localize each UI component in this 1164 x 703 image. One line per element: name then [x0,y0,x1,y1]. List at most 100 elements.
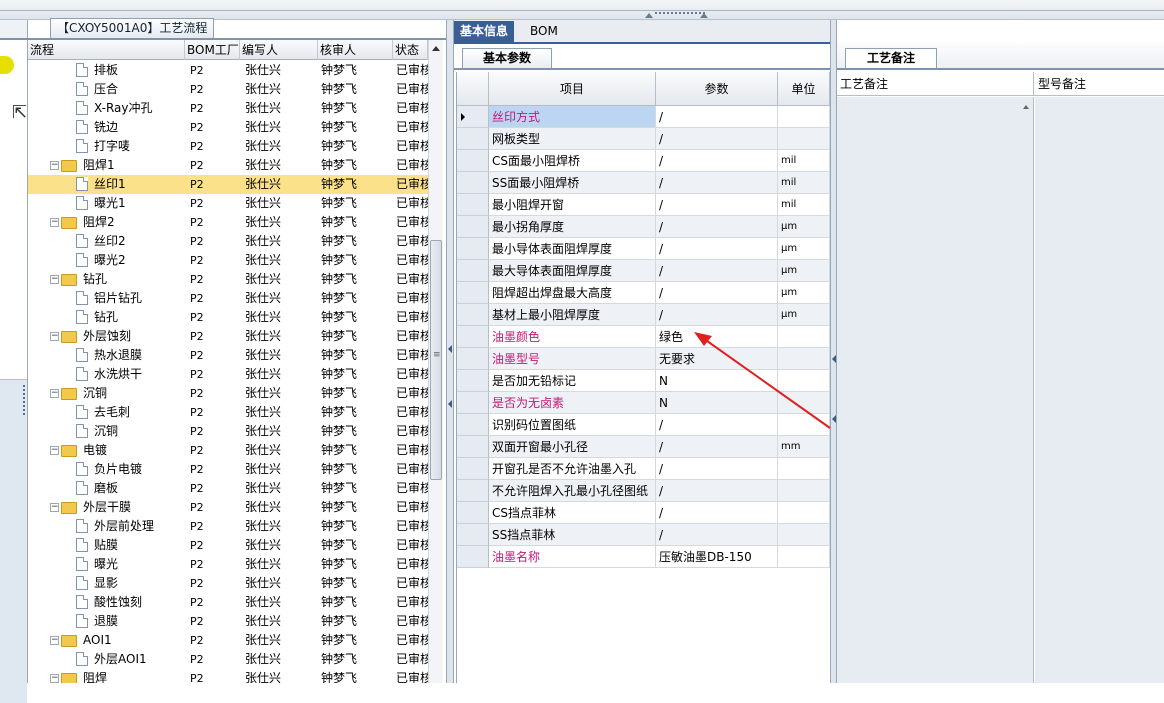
tree-vertical-scrollbar[interactable]: ≡ [428,40,443,683]
expand-toggle-icon[interactable]: − [50,275,59,284]
param-row[interactable]: 油墨名称 压敏油墨DB-150 [457,546,830,568]
param-row[interactable]: SS面最小阻焊桥 / mil [457,172,830,194]
tree-node[interactable]: − 钻孔 [50,270,107,289]
model-note-textarea[interactable] [1035,97,1164,683]
tree-row[interactable]: 磨板 P2 张仕兴 钟梦飞 已审核 [28,479,428,498]
param-value-cell[interactable]: / [656,304,778,326]
row-header[interactable] [457,546,489,568]
tree-node[interactable]: 压合 [76,80,118,99]
left-middle-splitter[interactable] [446,20,454,683]
col-header-unit[interactable]: 单位 [778,72,830,106]
col-header-process-note[interactable]: 工艺备注 [837,72,1034,96]
tree-row[interactable]: 外层前处理 P2 张仕兴 钟梦飞 已审核 [28,517,428,536]
expand-toggle-icon[interactable]: − [50,218,59,227]
row-header[interactable] [457,106,489,128]
tree-row[interactable]: 热水退膜 P2 张仕兴 钟梦飞 已审核 [28,346,428,365]
param-value-cell[interactable]: / [656,458,778,480]
tree-node[interactable]: 水洗烘干 [76,365,142,384]
tree-row[interactable]: 曝光 P2 张仕兴 钟梦飞 已审核 [28,555,428,574]
tree-node[interactable]: 去毛刺 [76,403,130,422]
tree-row[interactable]: 丝印1 P2 张仕兴 钟梦飞 已审核 [28,175,428,194]
row-header[interactable] [457,172,489,194]
tree-node[interactable]: − 外层干膜 [50,498,131,517]
expand-toggle-icon[interactable]: − [50,674,59,683]
row-header[interactable] [457,260,489,282]
param-row[interactable]: 阻焊超出焊盘最大高度 / μm [457,282,830,304]
tree-row[interactable]: 水洗烘干 P2 张仕兴 钟梦飞 已审核 [28,365,428,384]
param-row[interactable]: 最大导体表面阻焊厚度 / μm [457,260,830,282]
row-header[interactable] [457,502,489,524]
row-header[interactable] [457,238,489,260]
param-row[interactable]: 最小阻焊开窗 / mil [457,194,830,216]
tree-row[interactable]: 负片电镀 P2 张仕兴 钟梦飞 已审核 [28,460,428,479]
param-row[interactable]: 基材上最小阻焊厚度 / μm [457,304,830,326]
tree-row[interactable]: − 阻焊1 P2 张仕兴 钟梦飞 已审核 [28,156,428,175]
tree-row[interactable]: − 外层干膜 P2 张仕兴 钟梦飞 已审核 [28,498,428,517]
tree-node[interactable]: 排板 [76,61,118,80]
tree-node[interactable]: 外层AOI1 [76,650,147,669]
tree-row[interactable]: − 阻焊 P2 张仕兴 钟梦飞 已审核 [28,669,428,683]
tree-node[interactable]: − AOI1 [50,631,112,650]
tree-row[interactable]: − 电镀 P2 张仕兴 钟梦飞 已审核 [28,441,428,460]
tree-row[interactable]: 贴膜 P2 张仕兴 钟梦飞 已审核 [28,536,428,555]
tree-node[interactable]: X-Ray冲孔 [76,99,152,118]
process-note-textarea[interactable] [837,97,1034,683]
tree-row[interactable]: 曝光1 P2 张仕兴 钟梦飞 已审核 [28,194,428,213]
row-header[interactable] [457,282,489,304]
tree-row[interactable]: 曝光2 P2 张仕兴 钟梦飞 已审核 [28,251,428,270]
row-header[interactable] [457,150,489,172]
col-header-process[interactable]: 流程 [28,40,185,60]
expand-toggle-icon[interactable]: − [50,332,59,341]
param-value-cell[interactable]: / [656,480,778,502]
param-value-cell[interactable]: / [656,194,778,216]
tab-basic-info[interactable]: 基本信息 [454,21,515,42]
row-header[interactable] [457,304,489,326]
tree-panel-title-tab[interactable]: 【CXOY5001A0】工艺流程 [50,18,215,38]
tree-row[interactable]: 丝印2 P2 张仕兴 钟梦飞 已审核 [28,232,428,251]
tree-row[interactable]: X-Ray冲孔 P2 张仕兴 钟梦飞 已审核 [28,99,428,118]
param-value-cell[interactable]: / [656,172,778,194]
param-row[interactable]: 不允许阻焊入孔最小孔径图纸 / [457,480,830,502]
param-row[interactable]: 最小拐角厚度 / μm [457,216,830,238]
param-row[interactable]: 网板类型 / [457,128,830,150]
col-header-item[interactable]: 项目 [489,72,656,106]
subtab-basic-params[interactable]: 基本参数 [462,48,552,68]
tree-node[interactable]: 钻孔 [76,308,118,327]
left-splitter-grip[interactable] [23,385,26,415]
tree-node[interactable]: 磨板 [76,479,118,498]
col-header-model-note[interactable]: 型号备注 [1035,72,1164,96]
row-header[interactable] [457,480,489,502]
tree-node[interactable]: 打字唛 [76,137,130,156]
row-header[interactable] [457,216,489,238]
tree-row[interactable]: − AOI1 P2 张仕兴 钟梦飞 已审核 [28,631,428,650]
tree-row[interactable]: 沉铜 P2 张仕兴 钟梦飞 已审核 [28,422,428,441]
tree-row[interactable]: 钻孔 P2 张仕兴 钟梦飞 已审核 [28,308,428,327]
row-header[interactable] [457,348,489,370]
tree-row[interactable]: 酸性蚀刻 P2 张仕兴 钟梦飞 已审核 [28,593,428,612]
tree-row[interactable]: − 沉铜 P2 张仕兴 钟梦飞 已审核 [28,384,428,403]
scroll-up-icon[interactable] [432,46,440,51]
tree-node[interactable]: 丝印2 [76,232,126,251]
param-value-cell[interactable]: / [656,260,778,282]
expand-toggle-icon[interactable]: − [50,503,59,512]
param-row[interactable]: 最小导体表面阻焊厚度 / μm [457,238,830,260]
tree-node[interactable]: 贴膜 [76,536,118,555]
tree-node[interactable]: 酸性蚀刻 [76,593,142,612]
tree-node[interactable]: − 阻焊2 [50,213,115,232]
param-row[interactable]: 丝印方式 / [457,106,830,128]
collapse-left-icon[interactable] [448,345,452,353]
param-value-cell[interactable]: / [656,128,778,150]
param-value-cell[interactable]: / [656,502,778,524]
param-value-cell[interactable]: 压敏油墨DB-150 [656,546,778,568]
tab-bom[interactable]: BOM [524,21,564,42]
row-header[interactable] [457,326,489,348]
tree-node[interactable]: 负片电镀 [76,460,142,479]
param-row[interactable]: SS挡点菲林 / [457,524,830,546]
col-header-param[interactable]: 参数 [656,72,778,106]
tree-row[interactable]: 外层AOI1 P2 张仕兴 钟梦飞 已审核 [28,650,428,669]
tree-node[interactable]: 曝光 [76,555,118,574]
row-header[interactable] [457,194,489,216]
tree-row[interactable]: 打字唛 P2 张仕兴 钟梦飞 已审核 [28,137,428,156]
tree-node[interactable]: 热水退膜 [76,346,142,365]
tree-node[interactable]: 铝片钻孔 [76,289,142,308]
